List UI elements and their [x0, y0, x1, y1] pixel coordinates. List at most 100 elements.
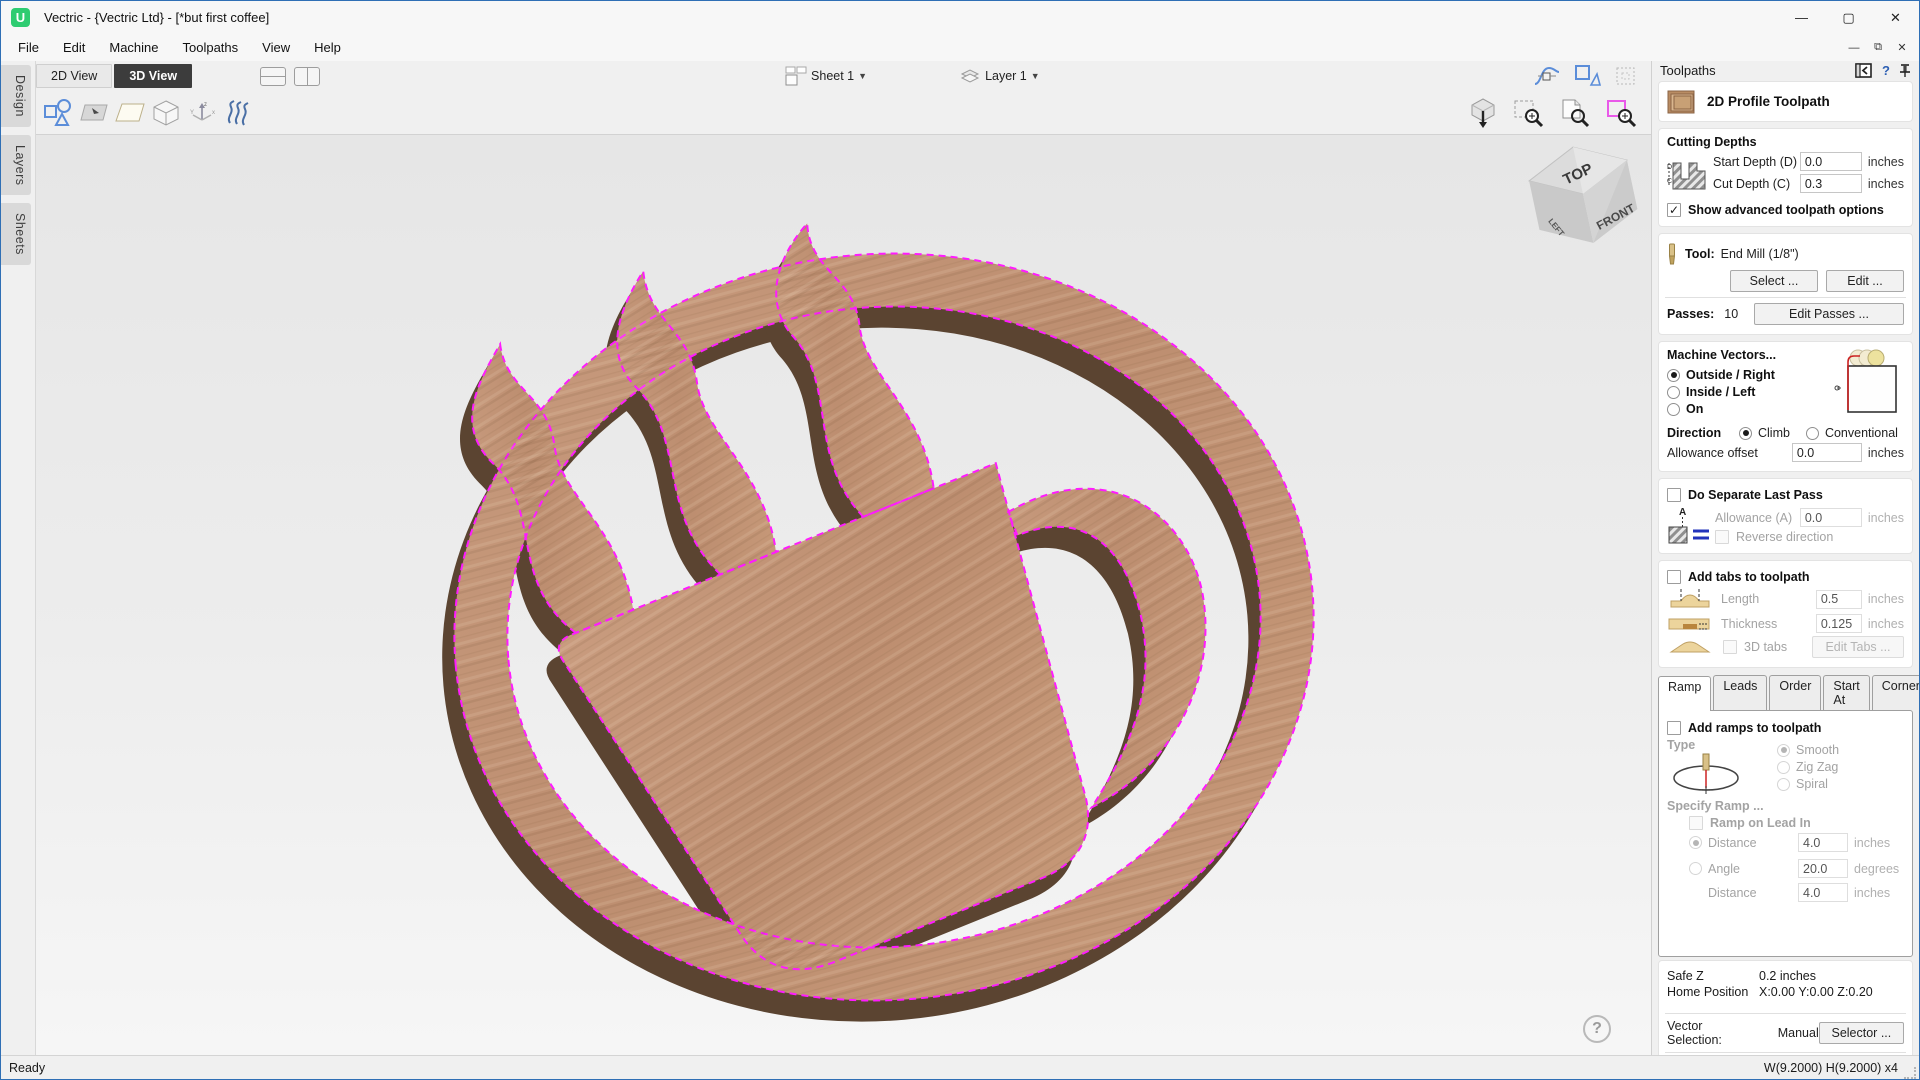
last-pass-allowance-label: Allowance (A): [1715, 511, 1800, 525]
ramp-lead-in-checkbox[interactable]: [1689, 816, 1703, 830]
conventional-label: Conventional: [1825, 426, 1898, 440]
profile-toolpath-icon: [1667, 88, 1697, 115]
resize-grip[interactable]: [1904, 1067, 1916, 1079]
snap-curve-icon[interactable]: [1533, 64, 1561, 88]
advanced-options-checkbox[interactable]: [1667, 203, 1681, 217]
wireframe-cube-icon[interactable]: [148, 96, 184, 130]
edit-tabs-button[interactable]: Edit Tabs ...: [1812, 636, 1904, 658]
close-button[interactable]: ✕: [1872, 1, 1919, 34]
selector-button[interactable]: Selector ...: [1819, 1022, 1904, 1044]
toolpath-lines-icon[interactable]: [220, 96, 256, 130]
last-pass-checkbox[interactable]: [1667, 488, 1681, 502]
sidebar-tab-sheets[interactable]: Sheets: [1, 203, 31, 265]
on-radio[interactable]: [1667, 403, 1680, 416]
tab-3d-view[interactable]: 3D View: [114, 64, 192, 88]
ramp-distance-input[interactable]: [1798, 833, 1848, 852]
machine-vectors-diagram: [1824, 348, 1904, 424]
zoom-drawing-icon[interactable]: [1557, 96, 1593, 130]
ramp-distance2-units: inches: [1854, 886, 1904, 900]
outside-right-label: Outside / Right: [1686, 368, 1775, 382]
tab-order[interactable]: Order: [1769, 675, 1821, 710]
ramp-distance-radio[interactable]: [1689, 836, 1702, 849]
menu-machine[interactable]: Machine: [97, 36, 170, 59]
sidebar-tab-layers[interactable]: Layers: [1, 135, 31, 196]
tool-select-button[interactable]: Select ...: [1730, 270, 1818, 292]
minimize-button[interactable]: —: [1778, 1, 1825, 34]
sheet-caret-icon: ▼: [858, 71, 867, 81]
reverse-direction-checkbox[interactable]: [1715, 530, 1729, 544]
tab-thickness-input[interactable]: [1816, 614, 1862, 633]
tab-ramp[interactable]: Ramp: [1658, 676, 1711, 711]
last-pass-allowance-input[interactable]: [1800, 508, 1862, 527]
add-tabs-checkbox[interactable]: [1667, 570, 1681, 584]
ramp-zigzag-radio[interactable]: [1777, 761, 1790, 774]
mdi-minimize-button[interactable]: —: [1847, 42, 1861, 54]
tab-2d-view[interactable]: 2D View: [36, 64, 112, 88]
snap-grid-icon[interactable]: [1613, 64, 1639, 88]
climb-radio[interactable]: [1739, 427, 1752, 440]
add-ramps-checkbox[interactable]: [1667, 721, 1681, 735]
tab-leads[interactable]: Leads: [1713, 675, 1767, 710]
menu-file[interactable]: File: [6, 36, 51, 59]
mdi-restore-button[interactable]: ⧉: [1871, 41, 1885, 54]
maximize-button[interactable]: ▢: [1825, 1, 1872, 34]
tab-length-units: inches: [1868, 592, 1904, 606]
vector-selection-label: Vector Selection:: [1667, 1019, 1760, 1047]
tabs-3d-label: 3D tabs: [1744, 640, 1812, 654]
split-vertical-icon[interactable]: [294, 67, 320, 86]
collapse-panel-icon[interactable]: [1855, 63, 1873, 78]
zoom-material-icon[interactable]: [1603, 96, 1639, 130]
material-image-icon[interactable]: [76, 96, 112, 130]
toolpaths-panel-header: Toolpaths ?: [1652, 61, 1919, 78]
cut-depth-input[interactable]: [1800, 174, 1862, 193]
ramp-angle-input[interactable]: [1798, 859, 1848, 878]
zoom-selection-icon[interactable]: [1511, 96, 1547, 130]
view-cube[interactable]: TOP FRONT LEFT: [1521, 138, 1645, 250]
ramp-smooth-radio[interactable]: [1777, 744, 1790, 757]
pin-panel-icon[interactable]: [1899, 63, 1911, 78]
status-ready: Ready: [9, 1061, 45, 1075]
canvas-help-button[interactable]: ?: [1583, 1015, 1611, 1043]
tool-label: Tool:: [1685, 247, 1715, 261]
left-sidebar: Design Layers Sheets: [1, 61, 36, 1055]
ramp-spiral-radio[interactable]: [1777, 778, 1790, 791]
mdi-close-button[interactable]: ✕: [1895, 41, 1909, 54]
snap-geometry-icon[interactable]: [1573, 64, 1601, 88]
add-tabs-title: Add tabs to toolpath: [1688, 570, 1810, 584]
title-bar: U Vectric - {Vectric Ltd} - [*but first …: [1, 1, 1919, 34]
inside-left-radio[interactable]: [1667, 386, 1680, 399]
material-block-icon[interactable]: [112, 96, 148, 130]
edit-passes-button[interactable]: Edit Passes ...: [1754, 303, 1904, 325]
specify-ramp-label: Specify Ramp ...: [1667, 799, 1904, 813]
menu-edit[interactable]: Edit: [51, 36, 97, 59]
snap-toolbar: [1533, 64, 1639, 88]
sidebar-tab-design[interactable]: Design: [1, 65, 31, 127]
tab-length-input[interactable]: [1816, 590, 1862, 609]
ramp-distance2-input[interactable]: [1798, 883, 1848, 902]
layer-selector[interactable]: Layer 1 ▼: [959, 66, 1040, 86]
panel-help-icon[interactable]: ?: [1882, 63, 1890, 78]
conventional-radio[interactable]: [1806, 427, 1819, 440]
safe-z-value: 0.2 inches: [1759, 969, 1816, 983]
split-horizontal-icon[interactable]: [260, 67, 286, 86]
tab-corners[interactable]: Corners: [1872, 675, 1919, 710]
draw-shapes-icon[interactable]: [40, 96, 76, 130]
start-depth-input[interactable]: [1800, 152, 1862, 171]
ramp-distance2-label: Distance: [1708, 886, 1798, 900]
tool-edit-button[interactable]: Edit ...: [1826, 270, 1904, 292]
canvas-3d-view[interactable]: TOP FRONT LEFT ?: [36, 134, 1653, 1057]
menu-help[interactable]: Help: [302, 36, 353, 59]
tabs-3d-checkbox[interactable]: [1723, 640, 1737, 654]
sheet-selector[interactable]: Sheet 1 ▼: [785, 66, 867, 86]
allowance-offset-input[interactable]: [1792, 443, 1862, 462]
set-view-cube-icon[interactable]: [1465, 96, 1501, 130]
outside-right-radio[interactable]: [1667, 369, 1680, 382]
menu-bar: File Edit Machine Toolpaths View Help — …: [1, 34, 1919, 61]
menu-view[interactable]: View: [250, 36, 302, 59]
svg-text:A: A: [1679, 507, 1686, 518]
menu-toolpaths[interactable]: Toolpaths: [171, 36, 251, 59]
axes-icon[interactable]: z Y x: [184, 96, 220, 130]
last-pass-card: Do Separate Last Pass A Allowance (A) in…: [1658, 478, 1913, 554]
tab-start-at[interactable]: Start At: [1823, 675, 1869, 710]
ramp-angle-radio[interactable]: [1689, 862, 1702, 875]
